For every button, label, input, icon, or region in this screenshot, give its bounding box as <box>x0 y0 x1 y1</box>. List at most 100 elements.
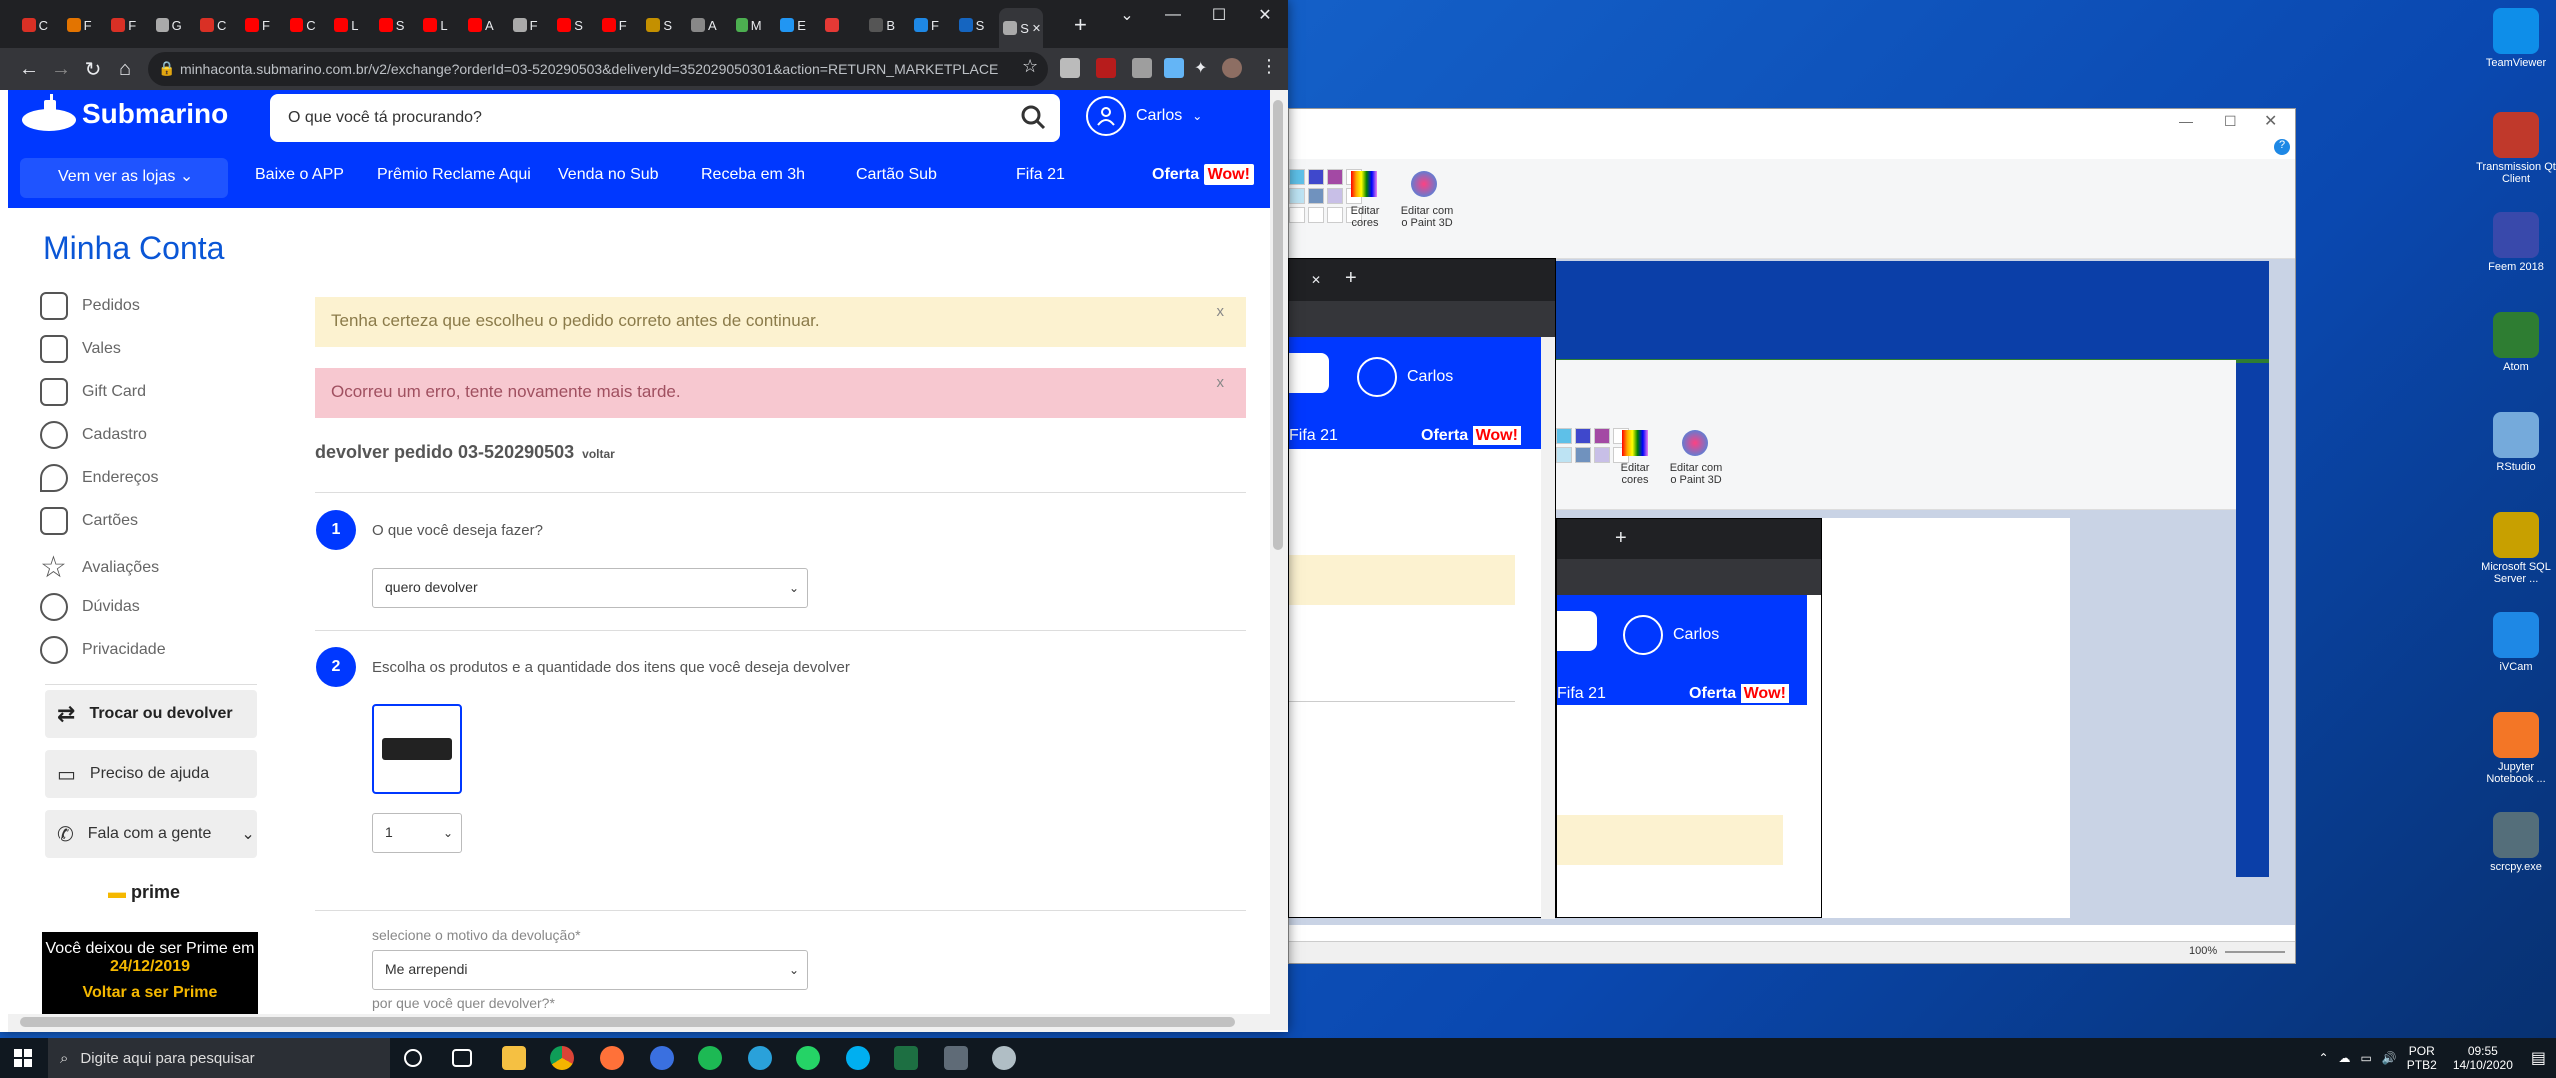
nav-venda[interactable]: Venda no Sub <box>558 166 659 184</box>
browser-tab[interactable]: F <box>509 14 539 36</box>
desktop-icon[interactable]: RStudio <box>2476 412 2556 473</box>
submarino-logo[interactable]: Submarino <box>20 94 228 134</box>
chrome-menu-icon[interactable]: ⋮ <box>1260 56 1278 77</box>
browser-tab[interactable]: E <box>776 14 806 36</box>
user-menu[interactable]: Carlos ⌄ <box>1086 96 1202 136</box>
network-icon[interactable]: ▭ <box>2361 1051 2372 1065</box>
sidebar-item-duvidas[interactable]: Dúvidas <box>40 593 140 621</box>
nav-lojas-label[interactable]: Vem ver as lojas ⌄ <box>58 166 193 186</box>
firefox-dev-icon[interactable] <box>650 1046 674 1070</box>
browser-tab[interactable]: S ✕ <box>999 8 1044 48</box>
browser-tab[interactable]: L <box>330 14 360 36</box>
browser-tab[interactable]: G <box>152 14 182 36</box>
browser-tab[interactable]: B <box>865 14 895 36</box>
windows-start-icon[interactable] <box>0 1038 46 1078</box>
browser-tab[interactable]: F <box>63 14 93 36</box>
sidebar-item-cadastro[interactable]: Cadastro <box>40 421 147 449</box>
file-explorer-icon[interactable] <box>502 1046 526 1070</box>
notification-icon[interactable]: ▤ <box>2531 1048 2546 1068</box>
close-icon[interactable]: ✕ <box>2264 111 2277 131</box>
nav-baixe-app[interactable]: Baixe o APP <box>255 166 344 184</box>
desktop-icon[interactable]: Microsoft SQL Server ... <box>2476 512 2556 585</box>
desktop-icon[interactable]: TeamViewer <box>2476 8 2556 69</box>
sidebar-item-vales[interactable]: Vales <box>40 335 121 363</box>
motivo-select[interactable]: Me arrependi ⌄ <box>372 950 808 990</box>
url-text[interactable]: minhaconta.submarino.com.br/v2/exchange?… <box>180 61 998 77</box>
browser-tab[interactable]: S <box>642 14 672 36</box>
sidebar-item-enderecos[interactable]: Endereços <box>40 464 159 492</box>
close-icon[interactable]: x <box>1217 374 1225 391</box>
reload-icon[interactable]: ↻ <box>80 56 106 82</box>
language-indicator[interactable]: POR PTB2 <box>2407 1044 2437 1072</box>
action-select[interactable]: quero devolver ⌄ <box>372 568 808 608</box>
close-icon[interactable]: x <box>1217 303 1225 320</box>
browser-tab[interactable]: C <box>286 14 316 36</box>
browser-tab[interactable]: F <box>598 14 628 36</box>
home-icon[interactable]: ⌂ <box>112 56 138 82</box>
sidebar-item-avaliacoes[interactable]: ☆ Avaliações <box>40 550 159 585</box>
browser-tab[interactable]: A <box>687 14 717 36</box>
new-tab-button[interactable]: + <box>1074 12 1087 38</box>
prime-banner[interactable]: Você deixou de ser Prime em 24/12/2019 V… <box>42 932 258 1022</box>
desktop-icon[interactable]: Atom <box>2476 312 2556 373</box>
browser-tab[interactable]: S <box>553 14 583 36</box>
calculator-icon[interactable] <box>944 1046 968 1070</box>
lock-icon[interactable]: 🔒 <box>158 60 175 77</box>
extension-mail-icon[interactable] <box>1060 58 1080 78</box>
desktop-icon[interactable]: Transmission Qt Client <box>2476 112 2556 185</box>
nav-oferta-wow[interactable]: Oferta Wow! <box>1152 164 1254 185</box>
voltar-link[interactable]: voltar <box>582 447 615 461</box>
firefox-icon[interactable] <box>600 1046 624 1070</box>
browser-tab[interactable]: L <box>419 14 449 36</box>
onedrive-icon[interactable]: ☁ <box>2339 1051 2351 1065</box>
maximize-button[interactable]: ☐ <box>1196 0 1242 30</box>
vertical-scroll-thumb[interactable] <box>1273 100 1283 550</box>
forward-icon[interactable]: → <box>48 56 74 82</box>
cortana-icon[interactable] <box>404 1049 422 1067</box>
browser-tab[interactable]: F <box>107 14 137 36</box>
search-icon[interactable] <box>1020 104 1046 135</box>
bookmark-star-icon[interactable]: ☆ <box>1022 56 1038 77</box>
browser-tab[interactable]: F <box>910 14 940 36</box>
nav-fifa[interactable]: Fifa 21 <box>1016 166 1065 184</box>
extension-ublock-icon[interactable] <box>1096 58 1116 78</box>
minimize-button[interactable]: — <box>1150 0 1196 30</box>
back-icon[interactable]: ← <box>16 56 42 82</box>
close-button[interactable]: ✕ <box>1242 0 1288 30</box>
maximize-icon[interactable]: ☐ <box>2224 113 2237 130</box>
desktop-icon[interactable]: iVCam <box>2476 612 2556 673</box>
nav-premio[interactable]: Prêmio Reclame Aqui <box>377 166 531 184</box>
sidebar-item-giftcard[interactable]: Gift Card <box>40 378 146 406</box>
sidebar-item-pedidos[interactable]: Pedidos <box>40 292 140 320</box>
editar-cores-button[interactable]: Editar cores <box>1344 205 1386 229</box>
desktop-icon[interactable]: Feem 2018 <box>2476 212 2556 273</box>
browser-tab[interactable]: F <box>241 14 271 36</box>
extensions-puzzle-icon[interactable]: ✦ <box>1194 58 1214 78</box>
chevron-up-icon[interactable]: ⌃ <box>2318 1051 2328 1065</box>
sidebar-item-privacidade[interactable]: Privacidade <box>40 636 166 664</box>
tab-search-icon[interactable]: ⌄ <box>1104 0 1150 30</box>
extension-shield-icon[interactable] <box>1132 58 1152 78</box>
nav-receba[interactable]: Receba em 3h <box>701 166 805 184</box>
close-tab-icon[interactable]: ✕ <box>1032 22 1041 35</box>
trocar-devolver-button[interactable]: ⇄ Trocar ou devolver <box>45 690 257 738</box>
desktop-icon[interactable]: scrcpy.exe <box>2476 812 2556 873</box>
profile-avatar[interactable] <box>1222 58 1242 78</box>
zoom-slider[interactable] <box>2225 951 2285 953</box>
browser-tab[interactable]: C <box>18 14 48 36</box>
volume-icon[interactable]: 🔊 <box>2382 1051 2397 1065</box>
prime-cta[interactable]: Voltar a ser Prime <box>42 984 258 1002</box>
excel-icon[interactable] <box>894 1046 918 1070</box>
whatsapp-icon[interactable] <box>796 1046 820 1070</box>
sidebar-item-cartoes[interactable]: Cartões <box>40 507 138 535</box>
nav-cartao[interactable]: Cartão Sub <box>856 166 937 184</box>
spotify-icon[interactable] <box>698 1046 722 1070</box>
taskbar-search[interactable]: ⌕ Digite aqui para pesquisar <box>48 1038 390 1078</box>
browser-tab[interactable]: C <box>196 14 226 36</box>
app-icon[interactable] <box>992 1046 1016 1070</box>
preciso-ajuda-button[interactable]: ▭ Preciso de ajuda <box>45 750 257 798</box>
browser-tab[interactable]: A <box>464 14 494 36</box>
clock[interactable]: 09:55 14/10/2020 <box>2453 1044 2513 1072</box>
chrome-taskbar-icon[interactable] <box>550 1046 574 1070</box>
paint3d-button[interactable]: Editar com o Paint 3D <box>1397 205 1457 229</box>
